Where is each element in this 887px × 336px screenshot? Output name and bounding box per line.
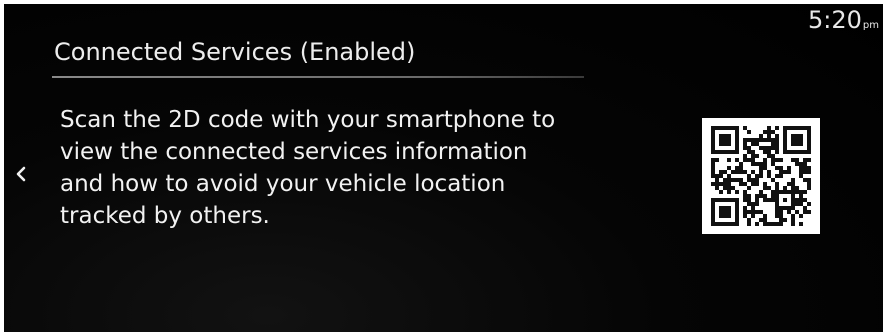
infotainment-screen: 5:20pm Connected Services (Enabled) Scan… (4, 4, 883, 332)
back-button[interactable] (8, 154, 34, 194)
qr-code-icon (711, 126, 811, 226)
clock-ampm: pm (862, 20, 879, 31)
message-line: Scan the 2D code with your smartphone to (60, 107, 556, 133)
message-line: view the connected services information (60, 139, 528, 165)
message-line: and how to avoid your vehicle location (60, 171, 506, 197)
page-title: Connected Services (Enabled) (54, 38, 416, 66)
info-message: Scan the 2D code with your smartphone to… (60, 104, 600, 232)
message-line: tracked by others. (60, 203, 270, 229)
chevron-left-icon (16, 166, 26, 182)
clock-time: 5:20 (808, 6, 862, 34)
qr-code (702, 118, 820, 234)
status-clock: 5:20pm (808, 6, 879, 34)
title-divider (52, 76, 584, 78)
